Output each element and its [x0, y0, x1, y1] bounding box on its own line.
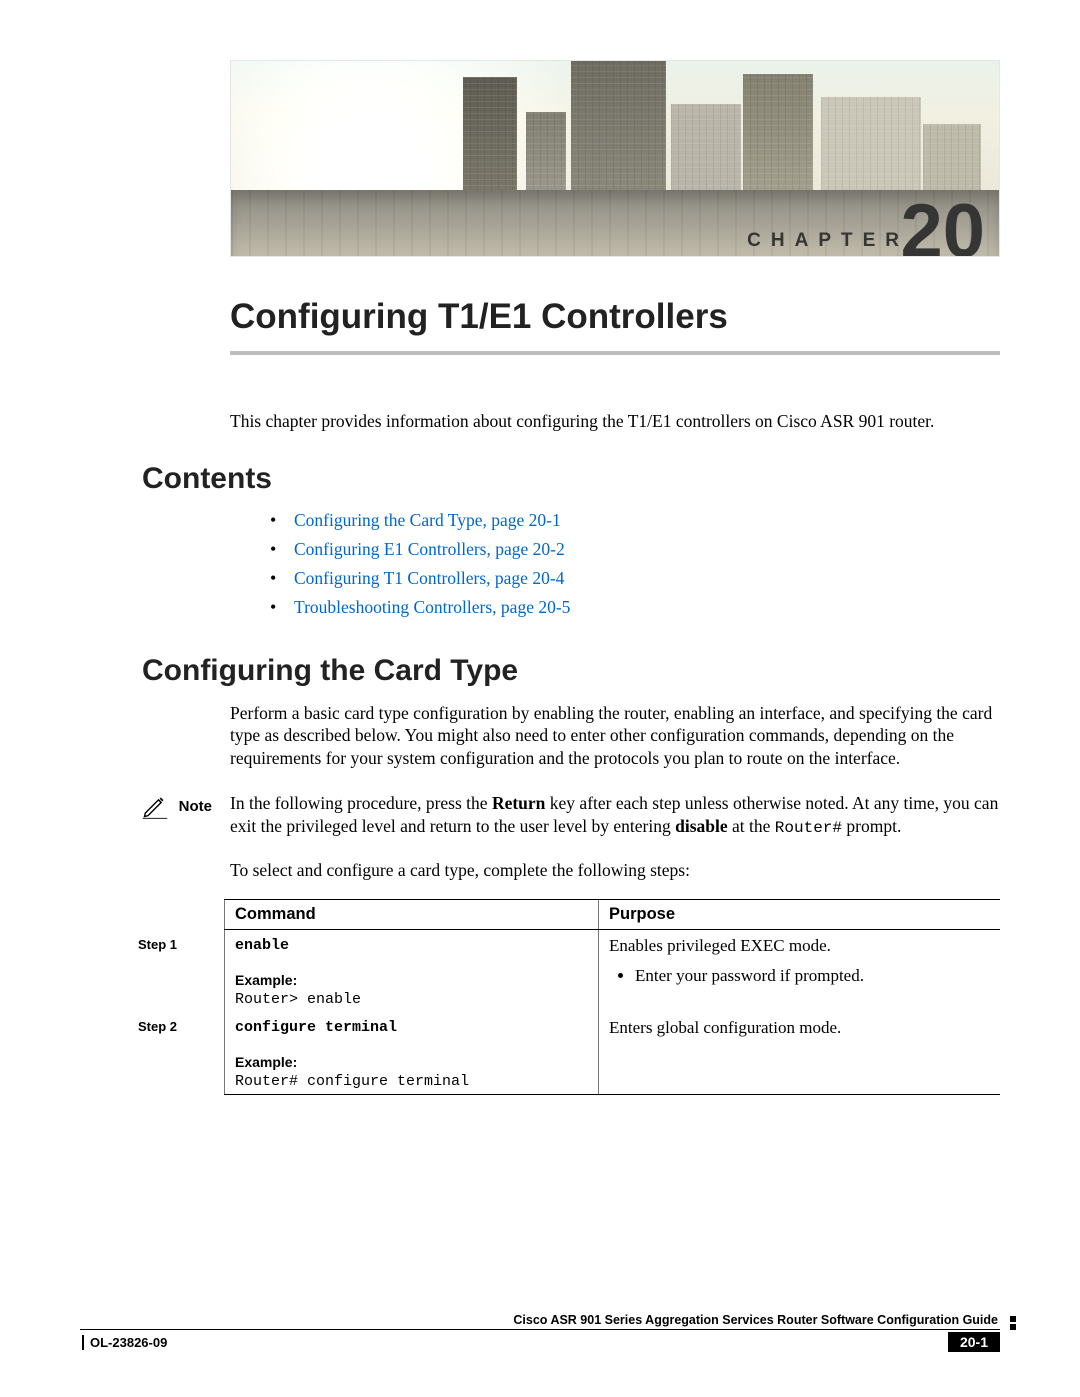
- contents-heading: Contents: [142, 462, 1000, 496]
- purpose-bullet: Enter your password if prompted.: [635, 964, 992, 988]
- toc-link[interactable]: Configuring the Card Type, page 20-1: [294, 510, 561, 530]
- banner-building: [743, 74, 813, 192]
- banner-building: [923, 124, 981, 192]
- example-label: Example:: [235, 1054, 590, 1070]
- example-text: Router> enable: [235, 991, 361, 1008]
- page-footer: Cisco ASR 901 Series Aggregation Service…: [80, 1313, 1000, 1352]
- step-label: Step 2: [138, 1019, 177, 1034]
- toc-item: Configuring T1 Controllers, page 20-4: [270, 568, 1000, 589]
- intro-paragraph: This chapter provides information about …: [230, 410, 1000, 434]
- note-label: Note: [179, 798, 212, 815]
- toc-link[interactable]: Configuring E1 Controllers, page 20-2: [294, 539, 565, 559]
- title-rule: [230, 351, 1000, 355]
- section-heading: Configuring the Card Type: [142, 654, 1000, 688]
- col-purpose: Purpose: [599, 900, 1001, 930]
- col-command: Command: [225, 900, 599, 930]
- banner-building: [463, 77, 517, 192]
- toc-link[interactable]: Troubleshooting Controllers, page 20-5: [294, 597, 570, 617]
- toc-item: Troubleshooting Controllers, page 20-5: [270, 597, 1000, 618]
- toc-list: Configuring the Card Type, page 20-1 Con…: [270, 510, 1000, 618]
- chapter-title: Configuring T1/E1 Controllers: [230, 297, 1000, 337]
- footer-guide-title: Cisco ASR 901 Series Aggregation Service…: [80, 1313, 1000, 1330]
- banner-building: [821, 97, 921, 192]
- toc-item: Configuring the Card Type, page 20-1: [270, 510, 1000, 531]
- note-block: Note In the following procedure, press t…: [80, 792, 1000, 839]
- command-text: enable: [235, 937, 289, 954]
- toc-item: Configuring E1 Controllers, page 20-2: [270, 539, 1000, 560]
- banner-building: [526, 112, 566, 192]
- page: CHAPTER 20 Configuring T1/E1 Controllers…: [0, 0, 1080, 1397]
- note-text: In the following procedure, press the Re…: [230, 792, 1000, 839]
- step-intro: To select and configure a card type, com…: [230, 860, 1000, 881]
- example-label: Example:: [235, 972, 590, 988]
- purpose-text: Enables privileged EXEC mode.: [609, 936, 831, 955]
- section-paragraph: Perform a basic card type configuration …: [230, 702, 1000, 770]
- command-text: configure terminal: [235, 1019, 397, 1036]
- chapter-banner: CHAPTER 20: [230, 60, 1000, 257]
- pencil-icon: [141, 792, 169, 825]
- page-number: 20-1: [948, 1332, 1000, 1352]
- banner-building: [671, 104, 741, 192]
- purpose-text: Enters global configuration mode.: [609, 1018, 841, 1037]
- toc-link[interactable]: Configuring T1 Controllers, page 20-4: [294, 568, 564, 588]
- example-text: Router# configure terminal: [235, 1073, 469, 1090]
- footer-doc-id: OL-23826-09: [82, 1335, 167, 1350]
- banner-building: [571, 60, 666, 192]
- chapter-label: CHAPTER: [747, 230, 909, 252]
- step-label: Step 1: [138, 937, 177, 952]
- chapter-number: 20: [900, 194, 985, 257]
- command-table: Command Purpose Step 1 enable Example: R…: [130, 899, 1000, 1095]
